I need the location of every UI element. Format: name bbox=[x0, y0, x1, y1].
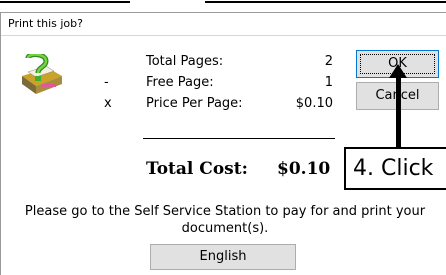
callout-arrow-head-icon bbox=[389, 64, 407, 78]
summary-row-2-label: Free Page: bbox=[146, 75, 214, 90]
language-button[interactable]: English bbox=[150, 244, 296, 270]
summary-row-3-label: Price Per Page: bbox=[146, 96, 243, 111]
summary-row-3-value: $0.10 bbox=[295, 96, 333, 111]
summary-row-3-operator: x bbox=[104, 96, 112, 111]
dialog-title: Print this job? bbox=[8, 17, 83, 30]
callout-text: 4. Click bbox=[353, 156, 434, 181]
callout-arrow-shaft bbox=[396, 76, 401, 149]
summary-row-1-label: Total Pages: bbox=[146, 54, 224, 69]
summary-row-1-value: 2 bbox=[324, 54, 333, 69]
dialog-titlebar: Print this job? bbox=[1, 13, 446, 36]
summary-row-2-operator: - bbox=[104, 75, 109, 90]
pay-instructions: Please go to the Self Service Station to… bbox=[24, 204, 426, 236]
instruction-callout: 4. Click bbox=[344, 147, 446, 190]
language-button-label: English bbox=[199, 249, 247, 264]
total-divider bbox=[143, 138, 335, 139]
background-top-line-right bbox=[205, 1, 446, 3]
background-top-line-left bbox=[0, 1, 130, 3]
total-cost-value: $0.10 bbox=[277, 159, 331, 179]
printer-question-icon bbox=[22, 54, 62, 94]
total-cost-label: Total Cost: bbox=[146, 159, 248, 179]
summary-row-2-value: 1 bbox=[324, 75, 333, 90]
